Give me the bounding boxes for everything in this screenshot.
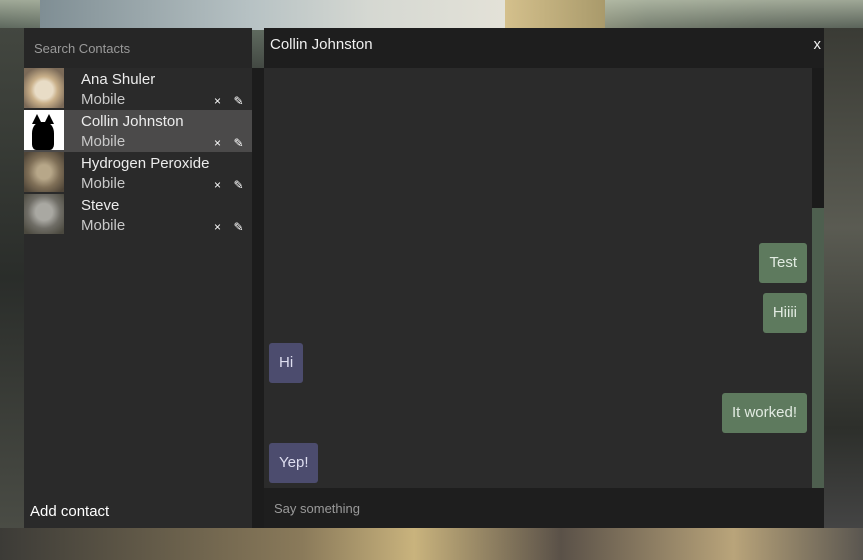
- contact-item-collin-johnston[interactable]: Collin Johnston Mobile × ✎: [24, 110, 252, 152]
- edit-contact-icon[interactable]: ✎: [233, 94, 244, 108]
- search-bar: [24, 28, 252, 68]
- chat-title: Collin Johnston: [270, 36, 373, 53]
- edit-contact-icon[interactable]: ✎: [233, 178, 244, 192]
- tabby-cat-avatar: [24, 152, 64, 192]
- cat-face-avatar: [24, 68, 64, 108]
- message-bubble-outgoing: It worked!: [721, 393, 807, 433]
- edit-contact-icon[interactable]: ✎: [233, 220, 244, 234]
- close-chat-button[interactable]: x: [814, 36, 822, 53]
- panel-divider: [252, 68, 264, 528]
- ostrich-avatar: [24, 194, 64, 234]
- message-list: Test Hiiii Hi It worked! Yep!: [264, 68, 812, 488]
- message-bubble-incoming: Hi: [269, 343, 304, 383]
- contacts-sidebar: Ana Shuler Mobile × ✎ Collin Johnston Mo…: [24, 28, 252, 528]
- background-sky: [40, 0, 510, 30]
- scrollbar-thumb[interactable]: [812, 208, 824, 488]
- contact-item-steve[interactable]: Steve Mobile × ✎: [24, 194, 252, 236]
- background-glow: [505, 0, 605, 28]
- contact-name: Ana Shuler: [81, 71, 156, 88]
- message-bubble-outgoing: Hiiii: [762, 293, 807, 333]
- edit-contact-icon[interactable]: ✎: [233, 136, 244, 150]
- black-cat-silhouette-avatar: [24, 110, 64, 150]
- chat-header: Collin Johnston x: [264, 28, 824, 68]
- delete-contact-icon[interactable]: ×: [212, 220, 223, 234]
- background-left: [0, 28, 24, 528]
- search-input[interactable]: [24, 40, 252, 56]
- background-bottom: [0, 528, 863, 560]
- message-bubble-outgoing: Test: [759, 243, 807, 283]
- delete-contact-icon[interactable]: ×: [212, 136, 223, 150]
- delete-contact-icon[interactable]: ×: [212, 178, 223, 192]
- delete-contact-icon[interactable]: ×: [212, 94, 223, 108]
- contact-name: Collin Johnston: [81, 113, 184, 130]
- message-composer: [264, 488, 824, 528]
- message-bubble-incoming: Yep!: [269, 443, 319, 483]
- contact-item-hydrogen-peroxide[interactable]: Hydrogen Peroxide Mobile × ✎: [24, 152, 252, 194]
- contact-item-ana-shuler[interactable]: Ana Shuler Mobile × ✎: [24, 68, 252, 110]
- contact-name: Hydrogen Peroxide: [81, 155, 210, 172]
- background-right: [824, 28, 863, 528]
- message-input[interactable]: [264, 488, 824, 528]
- contact-name: Steve: [81, 197, 120, 214]
- add-contact-button[interactable]: Add contact: [30, 503, 109, 520]
